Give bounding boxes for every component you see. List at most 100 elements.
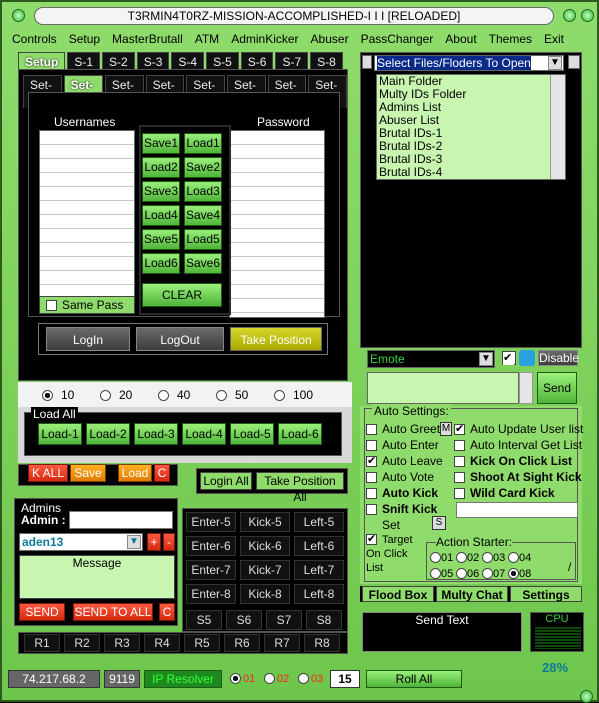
menu-atm[interactable]: ATM [189, 30, 225, 50]
files-scrollbar[interactable] [550, 75, 565, 179]
auto-left-3[interactable]: Auto Vote [366, 470, 434, 484]
radio-icon[interactable] [430, 568, 441, 580]
r1-button[interactable]: R1 [24, 634, 60, 652]
usernames-list[interactable] [39, 130, 135, 299]
remove-admin-button[interactable]: - [163, 533, 175, 551]
action-radio-04[interactable]: 04 [508, 550, 531, 564]
left-6-button[interactable]: Left-6 [294, 536, 344, 556]
enter-8-button[interactable]: Enter-8 [186, 584, 236, 604]
list-row[interactable] [230, 271, 324, 285]
c2-button[interactable]: C [159, 603, 175, 621]
s6-button[interactable]: S6 [226, 610, 262, 630]
list-row[interactable] [40, 187, 134, 201]
left-7-button[interactable]: Left-7 [294, 560, 344, 580]
kick-5-button[interactable]: Kick-5 [240, 512, 290, 532]
radio-icon[interactable] [456, 552, 467, 564]
admin-input[interactable] [69, 511, 173, 529]
list-row[interactable] [40, 229, 134, 243]
login-all-button[interactable]: Login All [200, 472, 252, 490]
auto-right-1[interactable]: Auto Interval Get List [454, 438, 582, 452]
load-small-button[interactable]: Load [118, 464, 152, 482]
action-radio-01[interactable]: 01 [430, 550, 453, 564]
radio-icon[interactable] [482, 568, 493, 580]
bottom-tab-settings[interactable]: Settings [510, 586, 582, 602]
checkbox-icon[interactable] [454, 440, 465, 452]
auto-left-5[interactable]: Snift Kick [366, 502, 437, 516]
left-5-button[interactable]: Left-5 [294, 512, 344, 532]
auto-right-2[interactable]: Kick On Click List [454, 454, 572, 468]
smiley-icon[interactable] [519, 350, 535, 366]
list-row[interactable] [230, 201, 324, 215]
s5-button[interactable]: S5 [186, 610, 222, 630]
c-button[interactable]: C [154, 464, 170, 482]
radio-icon[interactable] [230, 673, 241, 685]
send-button[interactable]: SEND [19, 603, 65, 621]
status-radio-02[interactable]: 02 [264, 671, 289, 685]
list-row[interactable] [230, 187, 324, 201]
list-row[interactable] [230, 131, 324, 145]
m-button[interactable]: M [440, 422, 452, 436]
menu-abuser[interactable]: Abuser [305, 30, 355, 50]
list-row[interactable] [230, 299, 324, 313]
action-radio-07[interactable]: 07 [482, 566, 505, 580]
radio-icon[interactable] [430, 552, 441, 564]
load-all-6-button[interactable]: Load-6 [278, 423, 322, 445]
s-small-button[interactable]: S [432, 516, 446, 530]
enter-5-button[interactable]: Enter-5 [186, 512, 236, 532]
take-position-all-button[interactable]: Take Position All [256, 472, 344, 504]
logout-button[interactable]: LogOut [136, 327, 224, 351]
send-chat-button[interactable]: Send [537, 372, 577, 404]
take-position-button[interactable]: Take Position [230, 327, 322, 351]
save1-button[interactable]: Save1 [142, 133, 180, 154]
add-admin-button[interactable]: + [147, 533, 161, 551]
chat-input[interactable] [367, 372, 519, 404]
checkbox-icon[interactable] [454, 456, 465, 468]
menu-passchanger[interactable]: PassChanger [355, 30, 440, 50]
action-radio-02[interactable]: 02 [456, 550, 479, 564]
target-option[interactable]: Target On Click List [366, 532, 426, 574]
save3-button[interactable]: Save3 [142, 181, 180, 202]
radio-icon[interactable] [158, 390, 169, 402]
r2-button[interactable]: R2 [64, 634, 100, 652]
r8-button[interactable]: R8 [304, 634, 340, 652]
checkbox-icon[interactable] [366, 440, 377, 452]
auto-right-3[interactable]: Shoot At Sight Kick [454, 470, 582, 484]
count-radio-50[interactable]: 50 [216, 388, 248, 402]
checkbox-icon[interactable] [454, 422, 465, 436]
status-radio-01[interactable]: 01 [230, 671, 255, 685]
checkbox-icon[interactable] [366, 472, 377, 484]
action-radio-08[interactable]: 08 [508, 566, 531, 580]
chevron-down-icon[interactable]: ▼ [548, 56, 562, 70]
auto-left-0[interactable]: Auto Greet [366, 422, 440, 436]
roll-all-button[interactable]: Roll All [366, 670, 462, 688]
load3-button[interactable]: Load3 [184, 181, 222, 202]
minimize-icon[interactable] [563, 9, 576, 22]
kick-7-button[interactable]: Kick-7 [240, 560, 290, 580]
radio-icon[interactable] [508, 568, 519, 580]
list-row[interactable] [230, 173, 324, 187]
file-right-icon[interactable] [568, 55, 580, 69]
load-all-1-button[interactable]: Load-1 [38, 423, 82, 445]
app-icon[interactable] [12, 9, 25, 22]
load-all-2-button[interactable]: Load-2 [86, 423, 130, 445]
bottom-tab-flood-box[interactable]: Flood Box [362, 586, 434, 602]
r7-button[interactable]: R7 [264, 634, 300, 652]
send-to-all-button[interactable]: SEND TO ALL [73, 603, 153, 621]
auto-left-1[interactable]: Auto Enter [366, 438, 439, 452]
kick-6-button[interactable]: Kick-6 [240, 536, 290, 556]
chevron-down-icon[interactable]: ▼ [127, 535, 141, 549]
save-small-button[interactable]: Save [70, 464, 106, 482]
r6-button[interactable]: R6 [224, 634, 260, 652]
bottom-tab-multy-chat[interactable]: Multy Chat [436, 586, 508, 602]
radio-icon[interactable] [482, 552, 493, 564]
checkbox-icon[interactable] [454, 472, 465, 484]
menu-adminkicker[interactable]: AdminKicker [225, 30, 304, 50]
save5-button[interactable]: Save5 [142, 229, 180, 250]
checkbox-icon[interactable] [366, 532, 377, 546]
clear-button[interactable]: CLEAR [142, 283, 222, 307]
send-text-box[interactable]: Send Text [362, 612, 522, 652]
save6-button[interactable]: Save6 [184, 253, 222, 274]
radio-icon[interactable] [456, 568, 467, 580]
load-all-3-button[interactable]: Load-3 [134, 423, 178, 445]
action-radio-05[interactable]: 05 [430, 566, 453, 580]
